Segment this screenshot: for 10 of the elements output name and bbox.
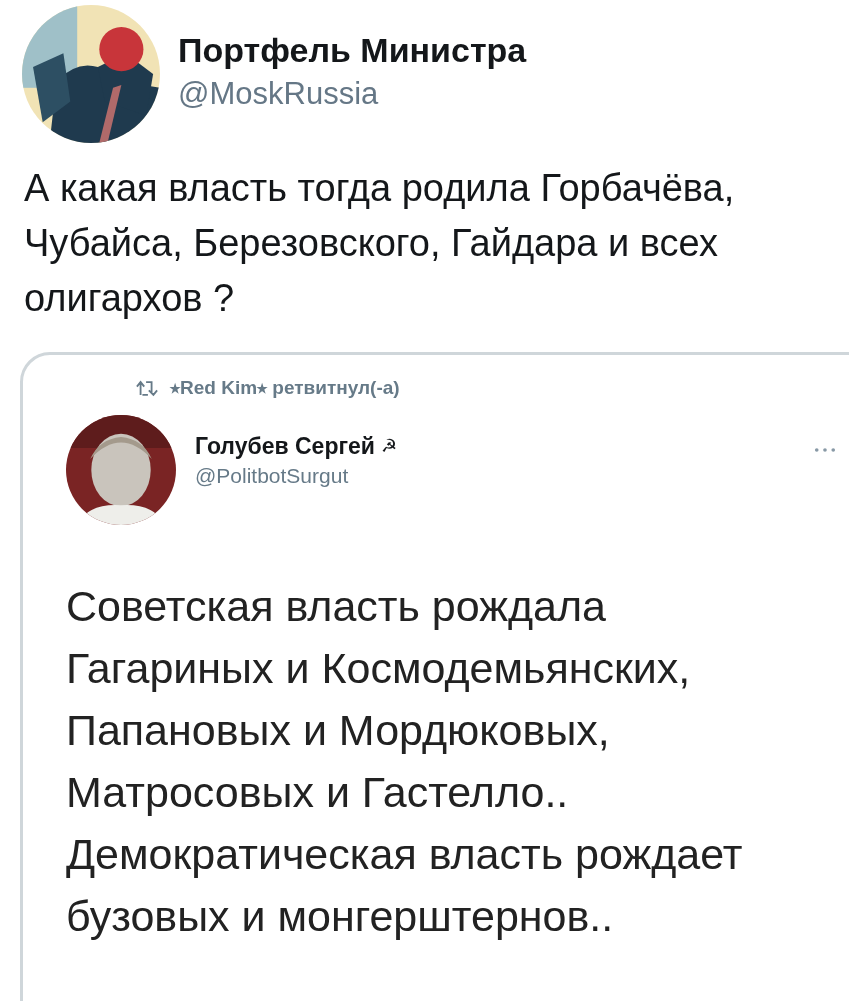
author-name: Голубев Сергей bbox=[195, 432, 375, 460]
tweet-text: А какая власть тогда родила Горбачёва, Чубайса, Березовского, Гайдара и всех олигархов ? bbox=[24, 166, 736, 321]
author-handle: @MoskRussia bbox=[178, 75, 380, 112]
author-name: Портфель Министра bbox=[178, 30, 527, 70]
retweet-icon bbox=[136, 378, 158, 398]
tweet-text: Советская власть рождала Гагариных и Космодемьянских, Папановых и Мордюковых, Матросовых и Гастелло.. Демократическая власть рождает бузовых и монгерштернов.. bbox=[66, 581, 744, 942]
name-emoji: ☭ bbox=[380, 435, 397, 457]
more-icon[interactable] bbox=[814, 447, 836, 453]
author-handle: @PolitbotSurgut bbox=[195, 463, 350, 488]
retweet-label: ⭑Red Kim⭑ ретвитнул(-а) bbox=[170, 377, 400, 399]
